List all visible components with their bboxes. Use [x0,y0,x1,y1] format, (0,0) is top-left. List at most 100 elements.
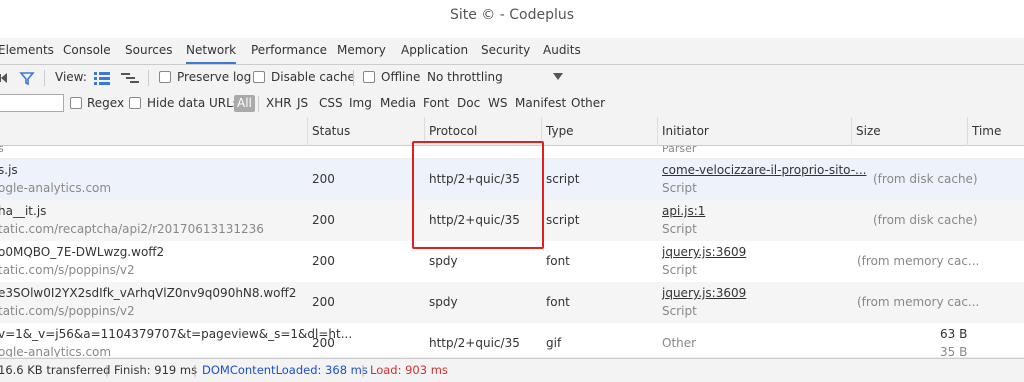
filter-type-xhr[interactable]: XHR [266,96,292,110]
filter-type-other[interactable]: Other [571,96,605,110]
request-type: font [546,254,570,268]
tab-console[interactable]: Console [63,38,111,64]
initiator-sub: Parser [662,146,697,155]
initiator-sub: Script [662,222,697,236]
filter-type-css[interactable]: CSS [319,96,343,110]
regex-label: Regex [87,96,125,110]
tab-network[interactable]: Network [186,38,237,64]
request-size: 63 B [940,327,968,341]
request-status: 200 [312,172,335,186]
waterfall-icon[interactable] [121,71,139,85]
initiator-sub: Script [662,263,697,277]
devtools-tabbar: Elements Console Sources Network Perform… [0,38,1024,65]
tab-sources[interactable]: Sources [125,38,172,64]
column-header-status[interactable]: Status [312,117,350,145]
hide-data-urls-checkbox[interactable] [129,97,141,109]
hide-data-urls-label: Hide data URLs [147,96,240,110]
request-name[interactable]: v=1&_v=j56&a=1104379707&t=pageview&_s=1&… [0,327,352,341]
throttling-select[interactable]: No throttling [427,70,503,84]
request-status: 200 [312,213,335,227]
filter-type-img[interactable]: Img [349,96,372,110]
filter-type-font[interactable]: Font [423,96,449,110]
request-status: 200 [312,295,335,309]
initiator-link[interactable]: api.js:1 [662,204,705,218]
filter-type-media[interactable]: Media [380,96,416,110]
finish-text: Finish: 919 ms [114,363,198,377]
window-title: Site © - Codeplus [449,7,575,23]
request-name[interactable]: s.js [0,163,18,177]
request-status: 200 [312,254,335,268]
tab-security[interactable]: Security [481,38,530,64]
table-row[interactable]: e3SOlw0I2YX2sdIfk_vArhqVlZ0nv9q090hN8.wo… [0,282,1024,324]
filter-type-ws[interactable]: WS [488,96,507,110]
request-type: script [546,213,580,227]
request-size-resource: 35 B [940,345,968,358]
request-type: font [546,295,570,309]
divider [353,70,354,86]
tab-memory[interactable]: Memory [337,38,386,64]
column-header-type[interactable]: Type [546,117,574,145]
large-rows-icon[interactable] [94,71,110,85]
view-label: View: [55,70,87,84]
request-size: (from memory cac... [857,254,980,268]
initiator-link[interactable]: jquery.js:3609 [662,286,746,300]
highlight-box [412,141,544,249]
request-type: script [546,172,580,186]
filter-type-all[interactable]: All [234,95,255,112]
request-name[interactable]: o0MQBO_7E-DWLwzg.woff2 [0,245,164,259]
domcontentloaded-text: DOMContentLoaded: 368 ms [202,363,368,377]
divider [148,70,149,86]
initiator-sub: Script [662,304,697,318]
divider: | [361,363,365,377]
tab-elements[interactable]: Elements [0,38,54,64]
column-header-time[interactable]: Time [972,117,1001,145]
network-summary-bar: 16.6 KB transferred | Finish: 919 ms | D… [0,358,1024,382]
network-toolbar: View: Preserve log Disable cache Offline… [0,65,1024,92]
request-size: (from disk cache) [873,213,978,227]
initiator-text: Other [662,336,697,350]
request-size: (from disk cache) [873,172,978,186]
initiator-link[interactable]: jquery.js:3609 [662,245,746,259]
chevron-down-icon[interactable] [553,73,563,81]
column-header-size[interactable]: Size [856,117,881,145]
filter-icon[interactable] [19,70,35,86]
transferred-text: 16.6 KB transferred [0,363,111,377]
request-domain: tatic.com/s/poppins/v2 [0,304,135,318]
filter-bar: Regex Hide data URLs All XHR JS CSS Img … [0,91,1024,118]
load-text: Load: 903 ms [370,363,448,377]
table-row[interactable]: v=1&_v=j56&a=1104379707&t=pageview&_s=1&… [0,323,1024,358]
divider [44,70,45,86]
request-status: 200 [312,336,335,350]
preserve-log-checkbox[interactable] [159,71,171,83]
filter-type-js[interactable]: JS [297,96,308,110]
disable-cache-checkbox[interactable] [253,71,265,83]
tab-audits[interactable]: Audits [543,38,581,64]
tab-application[interactable]: Application [401,38,468,64]
request-domain: ogle-analytics.com [0,345,112,358]
request-domain: tatic.com/s/poppins/v2 [0,263,135,277]
tab-performance[interactable]: Performance [251,38,327,64]
filter-input[interactable] [0,94,64,112]
request-type: gif [546,336,562,350]
request-size: (from memory cac... [857,295,980,309]
request-protocol: http/2+quic/35 [429,336,520,350]
divider: | [193,363,197,377]
offline-label: Offline [381,70,421,84]
request-protocol: spdy [429,295,458,309]
initiator-link[interactable]: come-velocizzare-il-proprio-sito-... [662,163,866,177]
request-domain: ogle-analytics.com [0,181,112,195]
request-name[interactable]: ha__it.js [0,204,46,218]
regex-checkbox[interactable] [70,97,82,109]
request-name[interactable]: e3SOlw0I2YX2sdIfk_vArhqVlZ0nv9q090hN8.wo… [0,286,296,300]
initiator-sub: Script [662,181,697,195]
preserve-log-label: Preserve log [177,70,252,84]
offline-checkbox[interactable] [363,71,375,83]
divider [258,96,259,112]
clear-icon[interactable] [0,72,8,84]
divider: | [105,363,109,377]
filter-type-doc[interactable]: Doc [457,96,480,110]
disable-cache-label: Disable cache [271,70,355,84]
filter-type-manifest[interactable]: Manifest [515,96,566,110]
column-header-initiator[interactable]: Initiator [662,117,709,145]
request-domain: s [0,146,4,155]
